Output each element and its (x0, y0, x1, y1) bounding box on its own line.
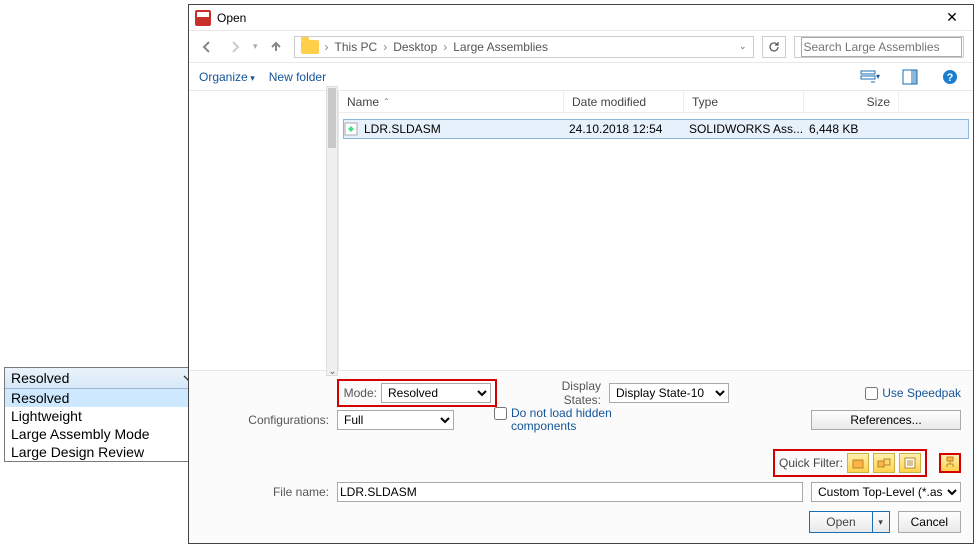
mode-option-resolved[interactable]: Resolved (5, 389, 199, 407)
recent-locations-icon[interactable]: ▾ (253, 41, 258, 52)
file-list-pane: Name⌃ Date modified Type Size LDR.SLDASM… (339, 91, 973, 370)
column-name[interactable]: Name⌃ (339, 91, 564, 112)
body-area: Name⌃ Date modified Type Size LDR.SLDASM… (189, 91, 973, 370)
forward-button[interactable] (225, 37, 245, 57)
scrollbar[interactable] (326, 86, 338, 376)
search-box[interactable] (794, 36, 964, 58)
search-input[interactable] (801, 37, 962, 57)
file-size: 6,448 KB (809, 122, 904, 136)
navigation-pane[interactable] (189, 91, 339, 370)
sort-caret-icon: ⌃ (383, 97, 390, 106)
mode-combo-selected[interactable]: Resolved (5, 368, 199, 389)
preview-pane-button[interactable] (897, 67, 923, 87)
file-name: LDR.SLDASM (364, 122, 441, 136)
display-states-select[interactable]: Display State-10 (609, 383, 729, 403)
mode-options-popup: Resolved Resolved Lightweight Large Asse… (4, 367, 200, 462)
mode-select[interactable]: Resolved (381, 383, 491, 403)
configurations-label: Configurations: (201, 413, 329, 427)
do-not-load-hidden-checkbox[interactable]: Do not load hidden components (494, 407, 654, 433)
toolbar: Organize New folder ▾ ? (189, 63, 973, 91)
path-leaf[interactable]: Large Assemblies (453, 40, 548, 54)
column-type[interactable]: Type (684, 91, 804, 112)
assembly-file-icon (344, 122, 358, 136)
nav-bar: ▾ › This PC › Desktop › Large Assemblies… (189, 31, 973, 63)
file-type: SOLIDWORKS Ass... (689, 122, 809, 136)
mode-option-large-design-review[interactable]: Large Design Review (5, 443, 199, 461)
address-bar[interactable]: › This PC › Desktop › Large Assemblies ⌄ (294, 36, 754, 58)
mode-highlight-box: Mode: Resolved (337, 379, 497, 407)
filter-assemblies-icon[interactable] (873, 453, 895, 473)
path-root[interactable]: This PC (335, 40, 378, 54)
file-type-select[interactable]: Custom Top-Level (*.asm;*.slda (811, 482, 961, 502)
address-dropdown-icon[interactable]: ⌄ (739, 41, 747, 52)
close-button[interactable]: ✕ (937, 9, 967, 26)
chevron-right-icon: › (325, 40, 329, 54)
options-panel: Mode: Resolved Display States: Display S… (189, 370, 973, 543)
help-button[interactable]: ? (937, 67, 963, 87)
display-states-label: Display States: (521, 379, 601, 407)
open-dialog: Open ✕ ▾ › This PC › Desktop › Large Ass… (188, 4, 974, 544)
filename-label: File name: (201, 485, 329, 499)
file-row[interactable]: LDR.SLDASM 24.10.2018 12:54 SOLIDWORKS A… (343, 119, 969, 139)
open-button[interactable]: Open ▾ (809, 511, 889, 533)
filter-parts-icon[interactable] (847, 453, 869, 473)
filename-input[interactable] (337, 482, 803, 502)
app-icon (195, 10, 211, 26)
mode-option-large-assembly-mode[interactable]: Large Assembly Mode (5, 425, 199, 443)
new-folder-button[interactable]: New folder (269, 70, 326, 84)
quick-filter-label: Quick Filter: (779, 456, 843, 470)
svg-text:?: ? (947, 72, 954, 84)
refresh-icon (768, 41, 780, 53)
filter-toplevel-icon[interactable] (939, 453, 961, 473)
open-dropdown-icon[interactable]: ▾ (873, 517, 889, 528)
window-title: Open (217, 11, 246, 25)
column-size[interactable]: Size (804, 91, 899, 112)
cancel-button[interactable]: Cancel (898, 511, 961, 533)
use-speedpak-checkbox[interactable]: Use Speedpak (865, 386, 961, 400)
mode-label: Mode: (343, 386, 377, 400)
up-button[interactable] (266, 37, 286, 57)
chevron-right-icon: › (443, 40, 447, 54)
column-headers: Name⌃ Date modified Type Size (339, 91, 973, 113)
titlebar: Open ✕ (189, 5, 973, 31)
folder-icon (301, 40, 319, 54)
file-date: 24.10.2018 12:54 (569, 122, 689, 136)
chevron-right-icon: › (383, 40, 387, 54)
view-options-button[interactable]: ▾ (857, 67, 883, 87)
quick-filter-box: Quick Filter: (773, 449, 927, 477)
configurations-select[interactable]: Full (337, 410, 454, 430)
organize-menu[interactable]: Organize (199, 70, 255, 84)
column-date[interactable]: Date modified (564, 91, 684, 112)
mode-combo-selected-text: Resolved (11, 370, 69, 386)
filter-drawings-icon[interactable] (899, 453, 921, 473)
path-desktop[interactable]: Desktop (393, 40, 437, 54)
back-button[interactable] (197, 37, 217, 57)
refresh-button[interactable] (762, 36, 786, 58)
mode-option-lightweight[interactable]: Lightweight (5, 407, 199, 425)
references-button[interactable]: References... (811, 410, 961, 430)
